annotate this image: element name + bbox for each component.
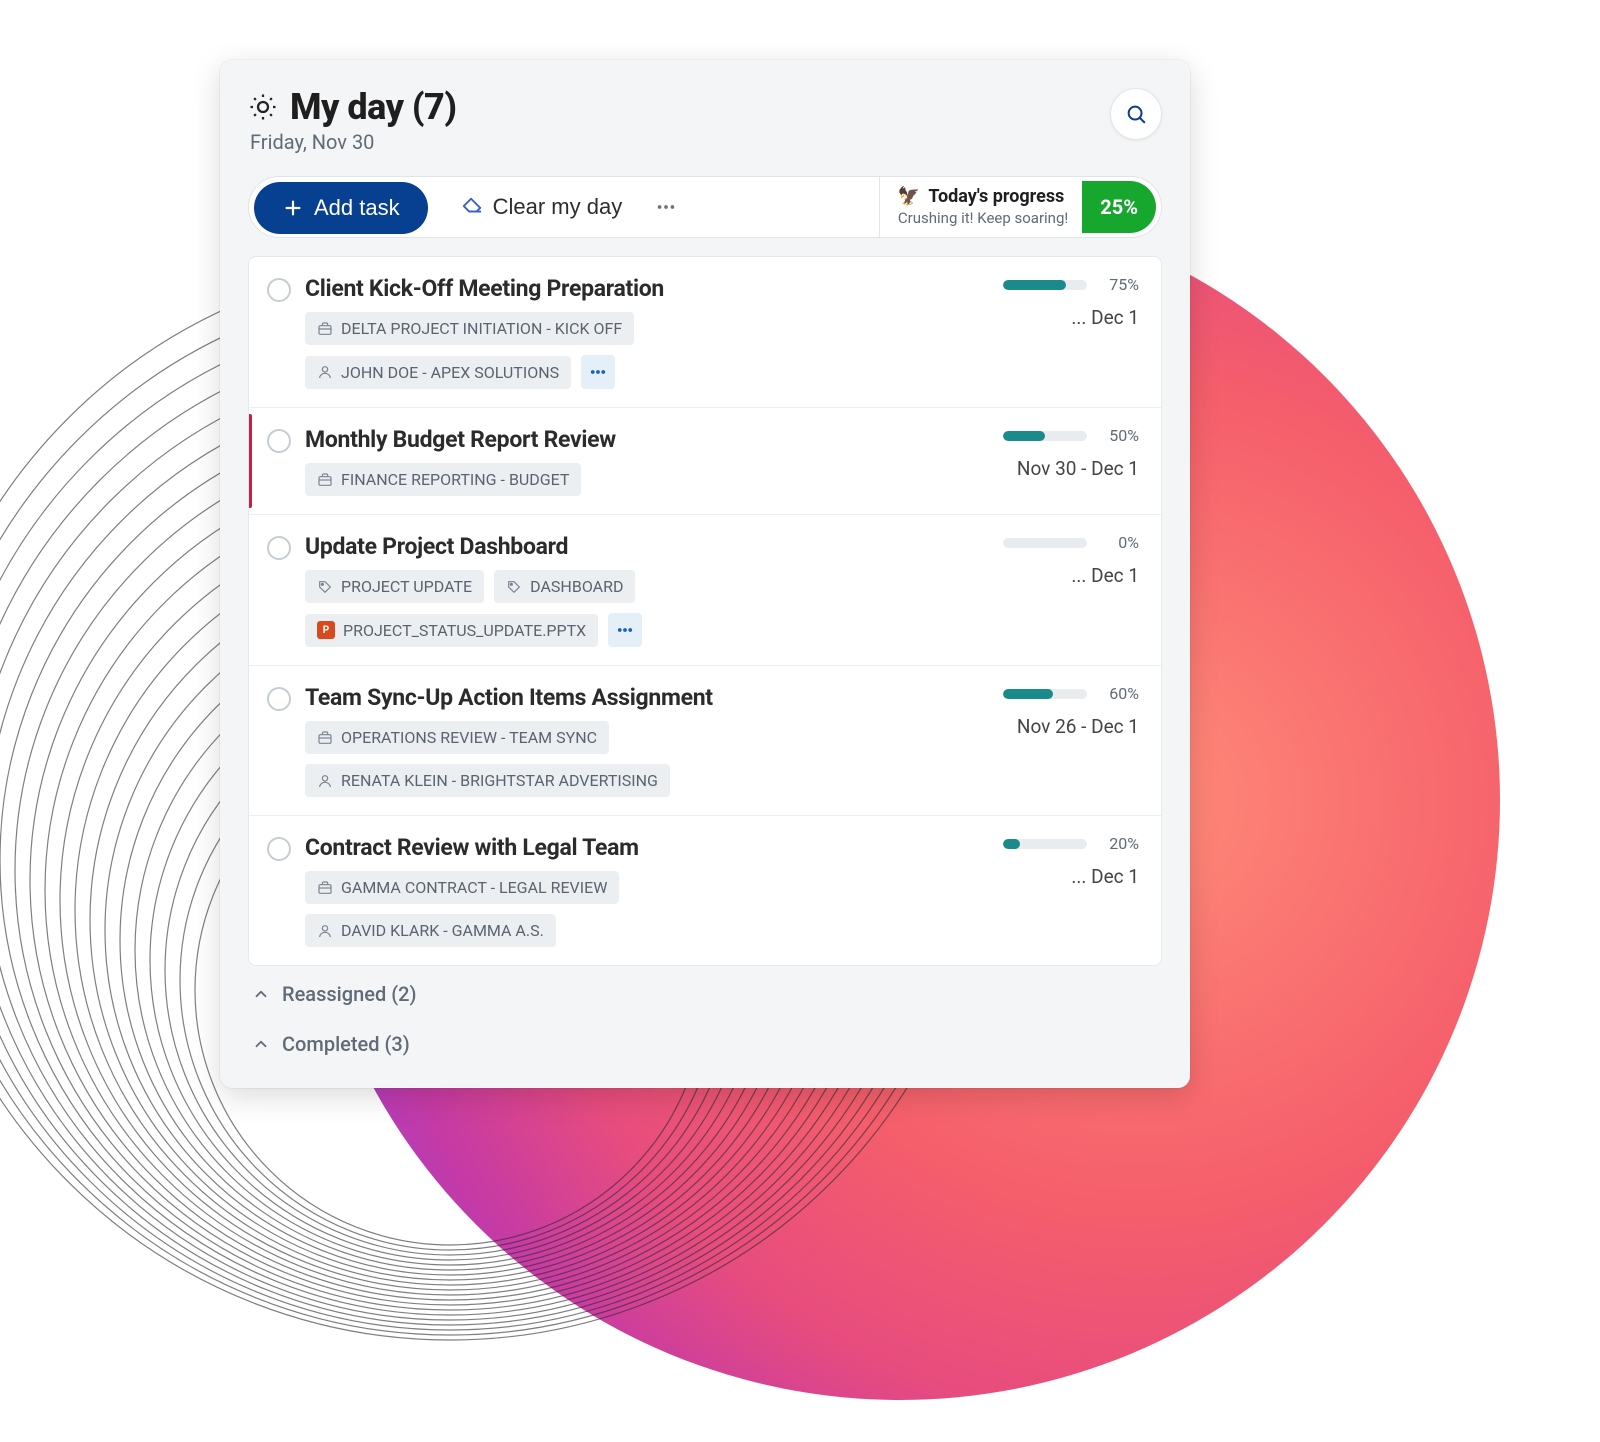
chip-label: JOHN DOE - APEX SOLUTIONS xyxy=(341,363,559,382)
task-title: Client Kick-Off Meeting Preparation xyxy=(305,275,945,302)
chip-label: OPERATIONS REVIEW - TEAM SYNC xyxy=(341,728,597,747)
header: My day (7) Friday, Nov 30 xyxy=(248,86,1162,154)
task-row[interactable]: Client Kick-Off Meeting Preparation DELTA… xyxy=(249,257,1161,407)
page-title: My day (7) xyxy=(290,86,457,128)
page-date: Friday, Nov 30 xyxy=(250,130,1088,154)
toolbar: Add task Clear my day 🦅 Today's progress … xyxy=(248,176,1162,238)
chip-label: PROJECT_STATUS_UPDATE.PPTX xyxy=(343,621,586,640)
task-date: ... Dec 1 xyxy=(1071,865,1139,888)
task-progress-pct: 0% xyxy=(1099,533,1139,552)
reassigned-label: Reassigned (2) xyxy=(282,982,416,1006)
chip-tag[interactable]: DASHBOARD xyxy=(494,570,635,603)
task-row[interactable]: Team Sync-Up Action Items Assignment OPER… xyxy=(249,665,1161,815)
chip-label: PROJECT UPDATE xyxy=(341,577,472,596)
toolbar-more-button[interactable] xyxy=(642,177,690,237)
chevron-up-icon xyxy=(252,985,270,1003)
search-icon xyxy=(1125,103,1147,125)
completed-label: Completed (3) xyxy=(282,1032,410,1056)
dots-horizontal-icon xyxy=(655,196,677,218)
task-progress: 60% xyxy=(1003,684,1139,703)
today-progress: 🦅 Today's progress Crushing it! Keep soar… xyxy=(879,177,1161,237)
task-title: Monthly Budget Report Review xyxy=(305,426,945,453)
sun-icon xyxy=(248,92,278,122)
progress-subtext: Crushing it! Keep soaring! xyxy=(898,209,1068,228)
search-button[interactable] xyxy=(1110,88,1162,140)
progress-label: Today's progress xyxy=(928,186,1064,209)
task-title: Contract Review with Legal Team xyxy=(305,834,945,861)
eagle-icon: 🦅 xyxy=(898,186,920,209)
title-block: My day (7) Friday, Nov 30 xyxy=(248,86,1088,154)
powerpoint-icon: P xyxy=(317,621,335,639)
task-title: Team Sync-Up Action Items Assignment xyxy=(305,684,945,711)
chip-person[interactable]: DAVID KLARK - GAMMA A.S. xyxy=(305,914,556,947)
chip-pptx[interactable]: P PROJECT_STATUS_UPDATE.PPTX xyxy=(305,614,598,647)
progress-percent: 25% xyxy=(1082,181,1156,233)
clear-my-day-label: Clear my day xyxy=(493,194,623,220)
task-checkbox[interactable] xyxy=(267,278,291,302)
task-date: ... Dec 1 xyxy=(1071,306,1139,329)
add-task-button[interactable]: Add task xyxy=(254,182,428,234)
completed-section-toggle[interactable]: Completed (3) xyxy=(248,1016,1162,1066)
chip-briefcase[interactable]: OPERATIONS REVIEW - TEAM SYNC xyxy=(305,721,609,754)
task-checkbox[interactable] xyxy=(267,837,291,861)
task-date: Nov 30 - Dec 1 xyxy=(1017,457,1139,480)
clear-my-day-button[interactable]: Clear my day xyxy=(433,177,643,237)
task-progress-pct: 60% xyxy=(1099,684,1139,703)
my-day-card: My day (7) Friday, Nov 30 Add task Clear… xyxy=(220,60,1190,1088)
task-row[interactable]: Update Project Dashboard PROJECT UPDATE DA… xyxy=(249,514,1161,665)
chip-briefcase[interactable]: FINANCE REPORTING - BUDGET xyxy=(305,463,581,496)
add-task-label: Add task xyxy=(314,195,400,221)
task-progress: 0% xyxy=(1003,533,1139,552)
chip-tag[interactable]: PROJECT UPDATE xyxy=(305,570,484,603)
task-progress: 20% xyxy=(1003,834,1139,853)
task-title: Update Project Dashboard xyxy=(305,533,945,560)
chip-person[interactable]: JOHN DOE - APEX SOLUTIONS xyxy=(305,356,571,389)
chip-label: DELTA PROJECT INITIATION - KICK OFF xyxy=(341,319,622,338)
chip-label: GAMMA CONTRACT - LEGAL REVIEW xyxy=(341,878,607,897)
task-progress: 75% xyxy=(1003,275,1139,294)
chip-more-button[interactable] xyxy=(608,613,642,647)
task-checkbox[interactable] xyxy=(267,536,291,560)
task-checkbox[interactable] xyxy=(267,687,291,711)
task-list: Client Kick-Off Meeting Preparation DELTA… xyxy=(248,256,1162,966)
task-progress: 50% xyxy=(1003,426,1139,445)
chip-label: DAVID KLARK - GAMMA A.S. xyxy=(341,921,544,940)
chip-label: DASHBOARD xyxy=(530,577,623,596)
chip-label: FINANCE REPORTING - BUDGET xyxy=(341,470,569,489)
task-progress-pct: 50% xyxy=(1099,426,1139,445)
task-row[interactable]: Monthly Budget Report Review FINANCE REPO… xyxy=(249,407,1161,514)
task-row[interactable]: Contract Review with Legal Team GAMMA CON… xyxy=(249,815,1161,965)
task-progress-pct: 20% xyxy=(1099,834,1139,853)
reassigned-section-toggle[interactable]: Reassigned (2) xyxy=(248,966,1162,1016)
plus-icon xyxy=(282,197,304,219)
task-date: Nov 26 - Dec 1 xyxy=(1017,715,1139,738)
task-checkbox[interactable] xyxy=(267,429,291,453)
chip-person[interactable]: RENATA KLEIN - BRIGHTSTAR ADVERTISING xyxy=(305,764,670,797)
chip-more-button[interactable] xyxy=(581,355,615,389)
chevron-up-icon xyxy=(252,1035,270,1053)
chip-label: RENATA KLEIN - BRIGHTSTAR ADVERTISING xyxy=(341,771,658,790)
task-date: ... Dec 1 xyxy=(1071,564,1139,587)
chip-briefcase[interactable]: DELTA PROJECT INITIATION - KICK OFF xyxy=(305,312,634,345)
eraser-icon xyxy=(461,196,483,218)
task-progress-pct: 75% xyxy=(1099,275,1139,294)
chip-briefcase[interactable]: GAMMA CONTRACT - LEGAL REVIEW xyxy=(305,871,619,904)
